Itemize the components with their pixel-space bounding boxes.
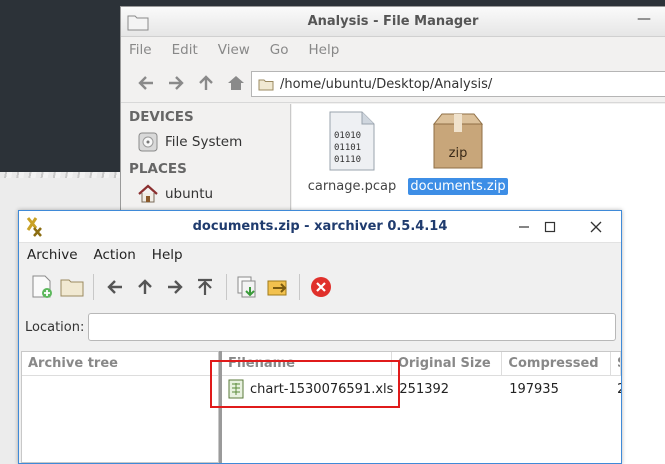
minimize-icon [519, 226, 529, 228]
new-archive-button[interactable] [27, 272, 57, 302]
new-document-icon [32, 275, 52, 298]
menu-help[interactable]: Help [309, 42, 340, 58]
close-icon [590, 221, 602, 233]
arrow-right-icon [168, 280, 183, 294]
file-manager-title: Analysis - File Manager [307, 14, 479, 29]
cell-original-size: 251392 [399, 381, 450, 397]
minimize-button[interactable]: — [637, 11, 651, 27]
toolbar-separator [93, 274, 94, 300]
menu-go[interactable]: Go [270, 42, 289, 58]
extract-icon [267, 280, 287, 296]
svg-text:01010: 01010 [334, 131, 361, 141]
column-header-compressed[interactable]: Compressed [502, 352, 612, 375]
menu-help[interactable]: Help [152, 247, 183, 263]
root-button[interactable] [190, 272, 220, 302]
close-button[interactable] [585, 216, 607, 238]
folder-open-icon [60, 279, 84, 297]
add-files-button[interactable] [233, 272, 263, 302]
toolbar-separator [299, 274, 300, 300]
back-button[interactable] [100, 272, 130, 302]
arrow-top-icon [198, 278, 212, 295]
file-item-documents-zip[interactable]: zip documents.zip [406, 110, 510, 195]
xarchiver-window: documents.zip - xarchiver 0.5.4.14 Archi… [18, 210, 622, 464]
sidebar-header-devices: DEVICES [129, 109, 194, 125]
arrow-up-icon [199, 74, 213, 90]
folder-icon [258, 79, 274, 90]
column-header-original-size[interactable]: Original Size [392, 352, 503, 375]
toolbar-separator [226, 274, 227, 300]
menu-edit[interactable]: Edit [172, 42, 198, 58]
maximize-icon [544, 221, 556, 233]
back-button[interactable] [131, 68, 161, 98]
menu-view[interactable]: View [218, 42, 250, 58]
file-name: carnage.pcap [307, 179, 397, 194]
cancel-button[interactable] [306, 272, 336, 302]
annotation-highlight-box [210, 360, 400, 408]
xarchiver-titlebar[interactable]: documents.zip - xarchiver 0.5.4.14 [19, 211, 621, 243]
home-button[interactable] [221, 68, 251, 98]
archive-tree-header[interactable]: Archive tree [22, 352, 218, 376]
drive-icon [138, 132, 158, 152]
minimize-button[interactable] [513, 216, 535, 238]
xarchiver-menubar: Archive Action Help [19, 243, 621, 267]
menu-archive[interactable]: Archive [27, 247, 78, 263]
menu-file[interactable]: File [129, 42, 152, 58]
location-label: Location: [25, 319, 85, 335]
home-icon [228, 75, 244, 90]
file-name: documents.zip [408, 178, 508, 195]
arrow-left-icon [138, 75, 153, 90]
cancel-icon [311, 277, 331, 297]
file-manager-titlebar[interactable]: Analysis - File Manager — [121, 7, 665, 37]
file-item-carnage-pcap[interactable]: 01010 01101 01110 carnage.pcap [300, 110, 404, 195]
maximize-button[interactable] [539, 216, 561, 238]
path-bar[interactable]: /home/ubuntu/Desktop/Analysis/ [251, 71, 665, 97]
svg-text:zip: zip [449, 146, 468, 161]
open-archive-button[interactable] [57, 272, 87, 302]
add-files-icon [237, 276, 256, 298]
arrow-up-icon [138, 279, 152, 294]
forward-button[interactable] [160, 272, 190, 302]
up-button[interactable] [191, 68, 221, 98]
cell-compressed: 197935 [509, 381, 559, 397]
arrow-right-icon [169, 75, 184, 90]
path-text: /home/ubuntu/Desktop/Analysis/ [280, 76, 493, 92]
forward-button[interactable] [161, 68, 191, 98]
sidebar-item-file-system[interactable]: File System [121, 128, 290, 156]
xarchiver-toolbar [19, 267, 621, 307]
sidebar-item-ubuntu[interactable]: ubuntu [121, 180, 290, 208]
column-header-extra[interactable]: S [611, 352, 621, 375]
home-icon [138, 184, 158, 203]
sidebar-item-label: ubuntu [165, 186, 214, 202]
sidebar-header-places: PLACES [129, 161, 187, 177]
file-manager-menubar: File Edit View Go Help [121, 37, 665, 63]
zip-archive-icon: zip [432, 113, 484, 169]
archive-tree-pane[interactable]: Archive tree [21, 351, 219, 463]
up-button[interactable] [130, 272, 160, 302]
arrow-left-icon [107, 280, 122, 294]
location-input[interactable] [88, 313, 617, 341]
menu-action[interactable]: Action [94, 247, 136, 263]
cell-extra: 2 [611, 382, 621, 397]
extract-files-button[interactable] [263, 272, 293, 302]
svg-text:01101: 01101 [334, 143, 361, 153]
location-bar: Location: [19, 307, 621, 347]
sidebar-item-label: File System [165, 134, 243, 150]
binary-file-icon: 01010 01101 01110 [329, 111, 375, 171]
svg-text:01110: 01110 [334, 155, 361, 165]
